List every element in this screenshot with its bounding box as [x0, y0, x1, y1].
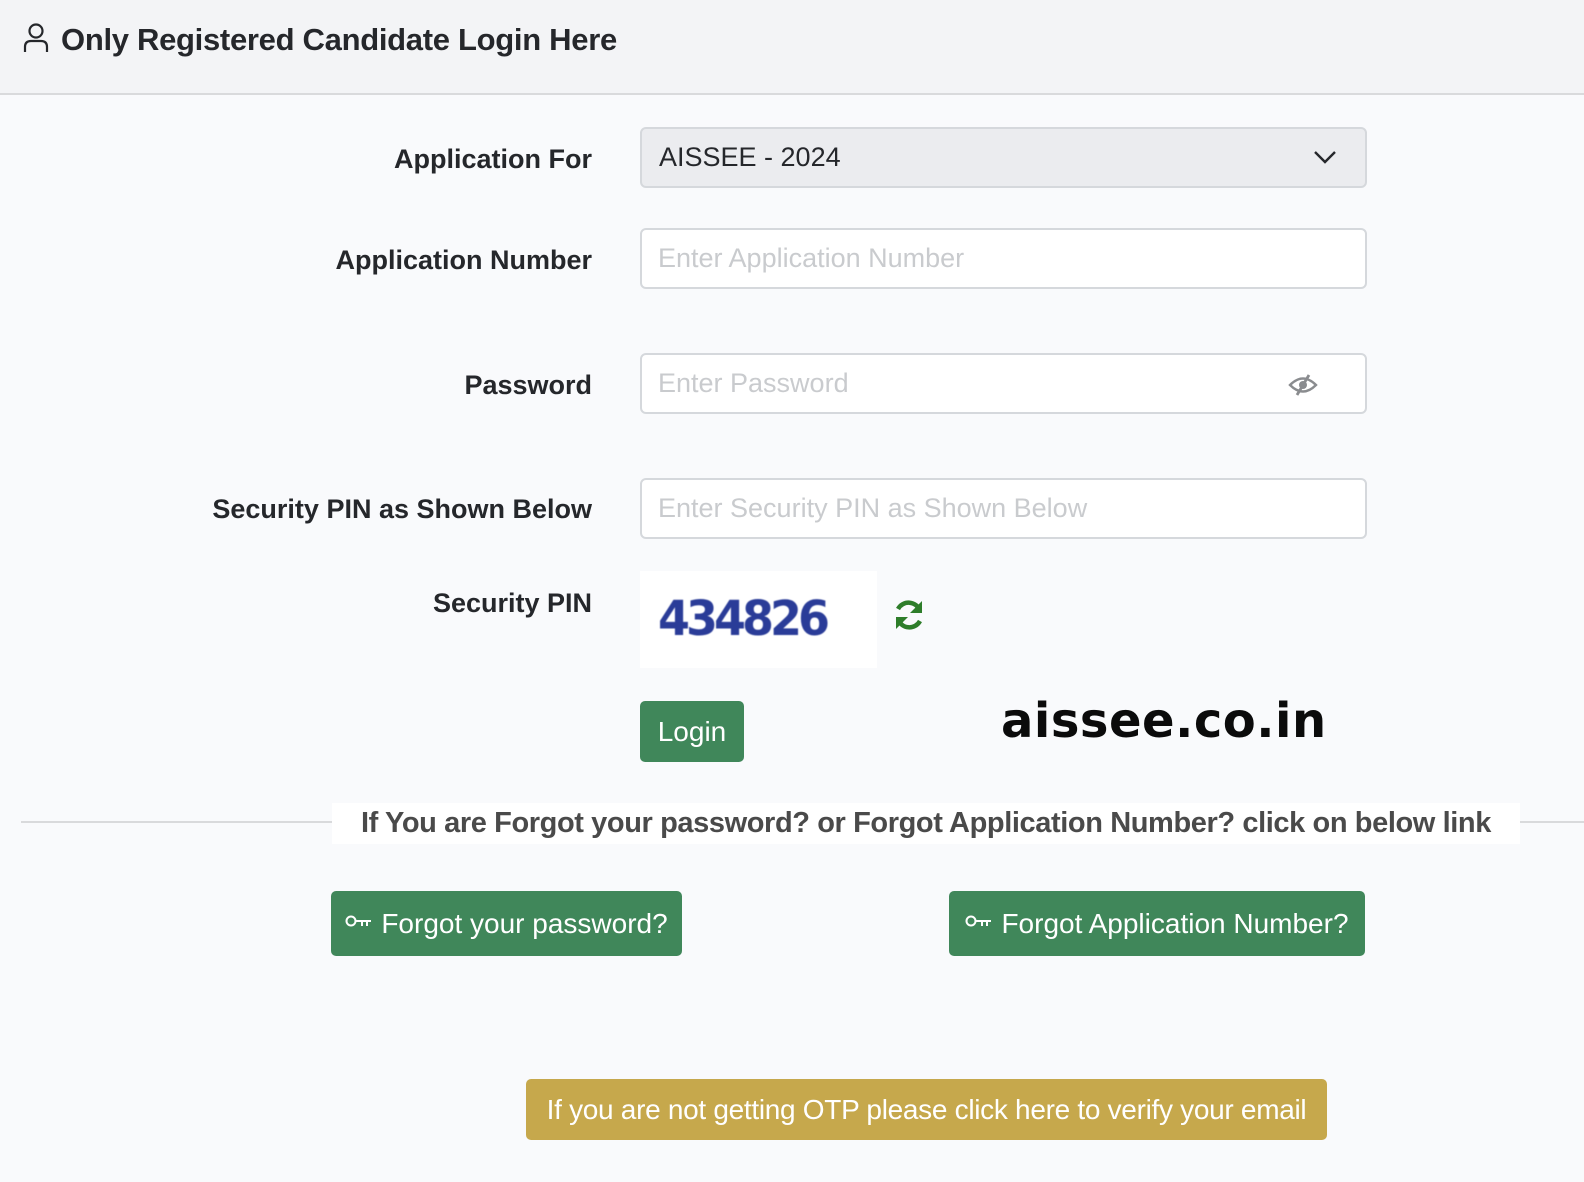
refresh-icon[interactable]: [891, 597, 927, 633]
watermark: aissee.co.in: [1001, 693, 1327, 749]
captcha-image: 434826: [640, 571, 877, 668]
captcha-text: 434826: [658, 589, 830, 647]
password-input[interactable]: [642, 355, 1365, 412]
verify-email-button[interactable]: If you are not getting OTP please click …: [526, 1079, 1327, 1140]
security-pin-input[interactable]: [642, 480, 1365, 537]
application-for-label: Application For: [394, 144, 592, 174]
key-icon: [345, 915, 372, 926]
security-pin-field: [640, 478, 1367, 539]
application-for-value: AISSEE - 2024: [659, 142, 841, 172]
forgot-application-number-button[interactable]: Forgot Application Number?: [949, 891, 1365, 956]
eye-slash-icon[interactable]: [1287, 373, 1319, 397]
login-button[interactable]: Login: [640, 701, 744, 762]
key-icon: [965, 915, 992, 926]
security-pin-input-label: Security PIN as Shown Below: [212, 494, 592, 524]
forgot-password-label: Forgot your password?: [381, 907, 668, 939]
login-header: Only Registered Candidate Login Here: [0, 0, 1584, 95]
forgot-application-number-label: Forgot Application Number?: [1001, 907, 1349, 939]
application-number-input[interactable]: [642, 230, 1365, 287]
security-pin-label: Security PIN: [432, 588, 592, 618]
forgot-instructions: If You are Forgot your password? or Forg…: [332, 803, 1520, 844]
application-number-field: [640, 228, 1367, 289]
page-title: Only Registered Candidate Login Here: [61, 22, 617, 57]
chevron-down-icon: [1314, 151, 1336, 164]
password-field: [640, 353, 1367, 414]
forgot-password-button[interactable]: Forgot your password?: [331, 891, 682, 956]
application-for-select[interactable]: AISSEE - 2024: [640, 127, 1367, 188]
password-label: Password: [464, 370, 592, 400]
user-icon: [23, 23, 49, 52]
application-number-label: Application Number: [335, 245, 592, 275]
